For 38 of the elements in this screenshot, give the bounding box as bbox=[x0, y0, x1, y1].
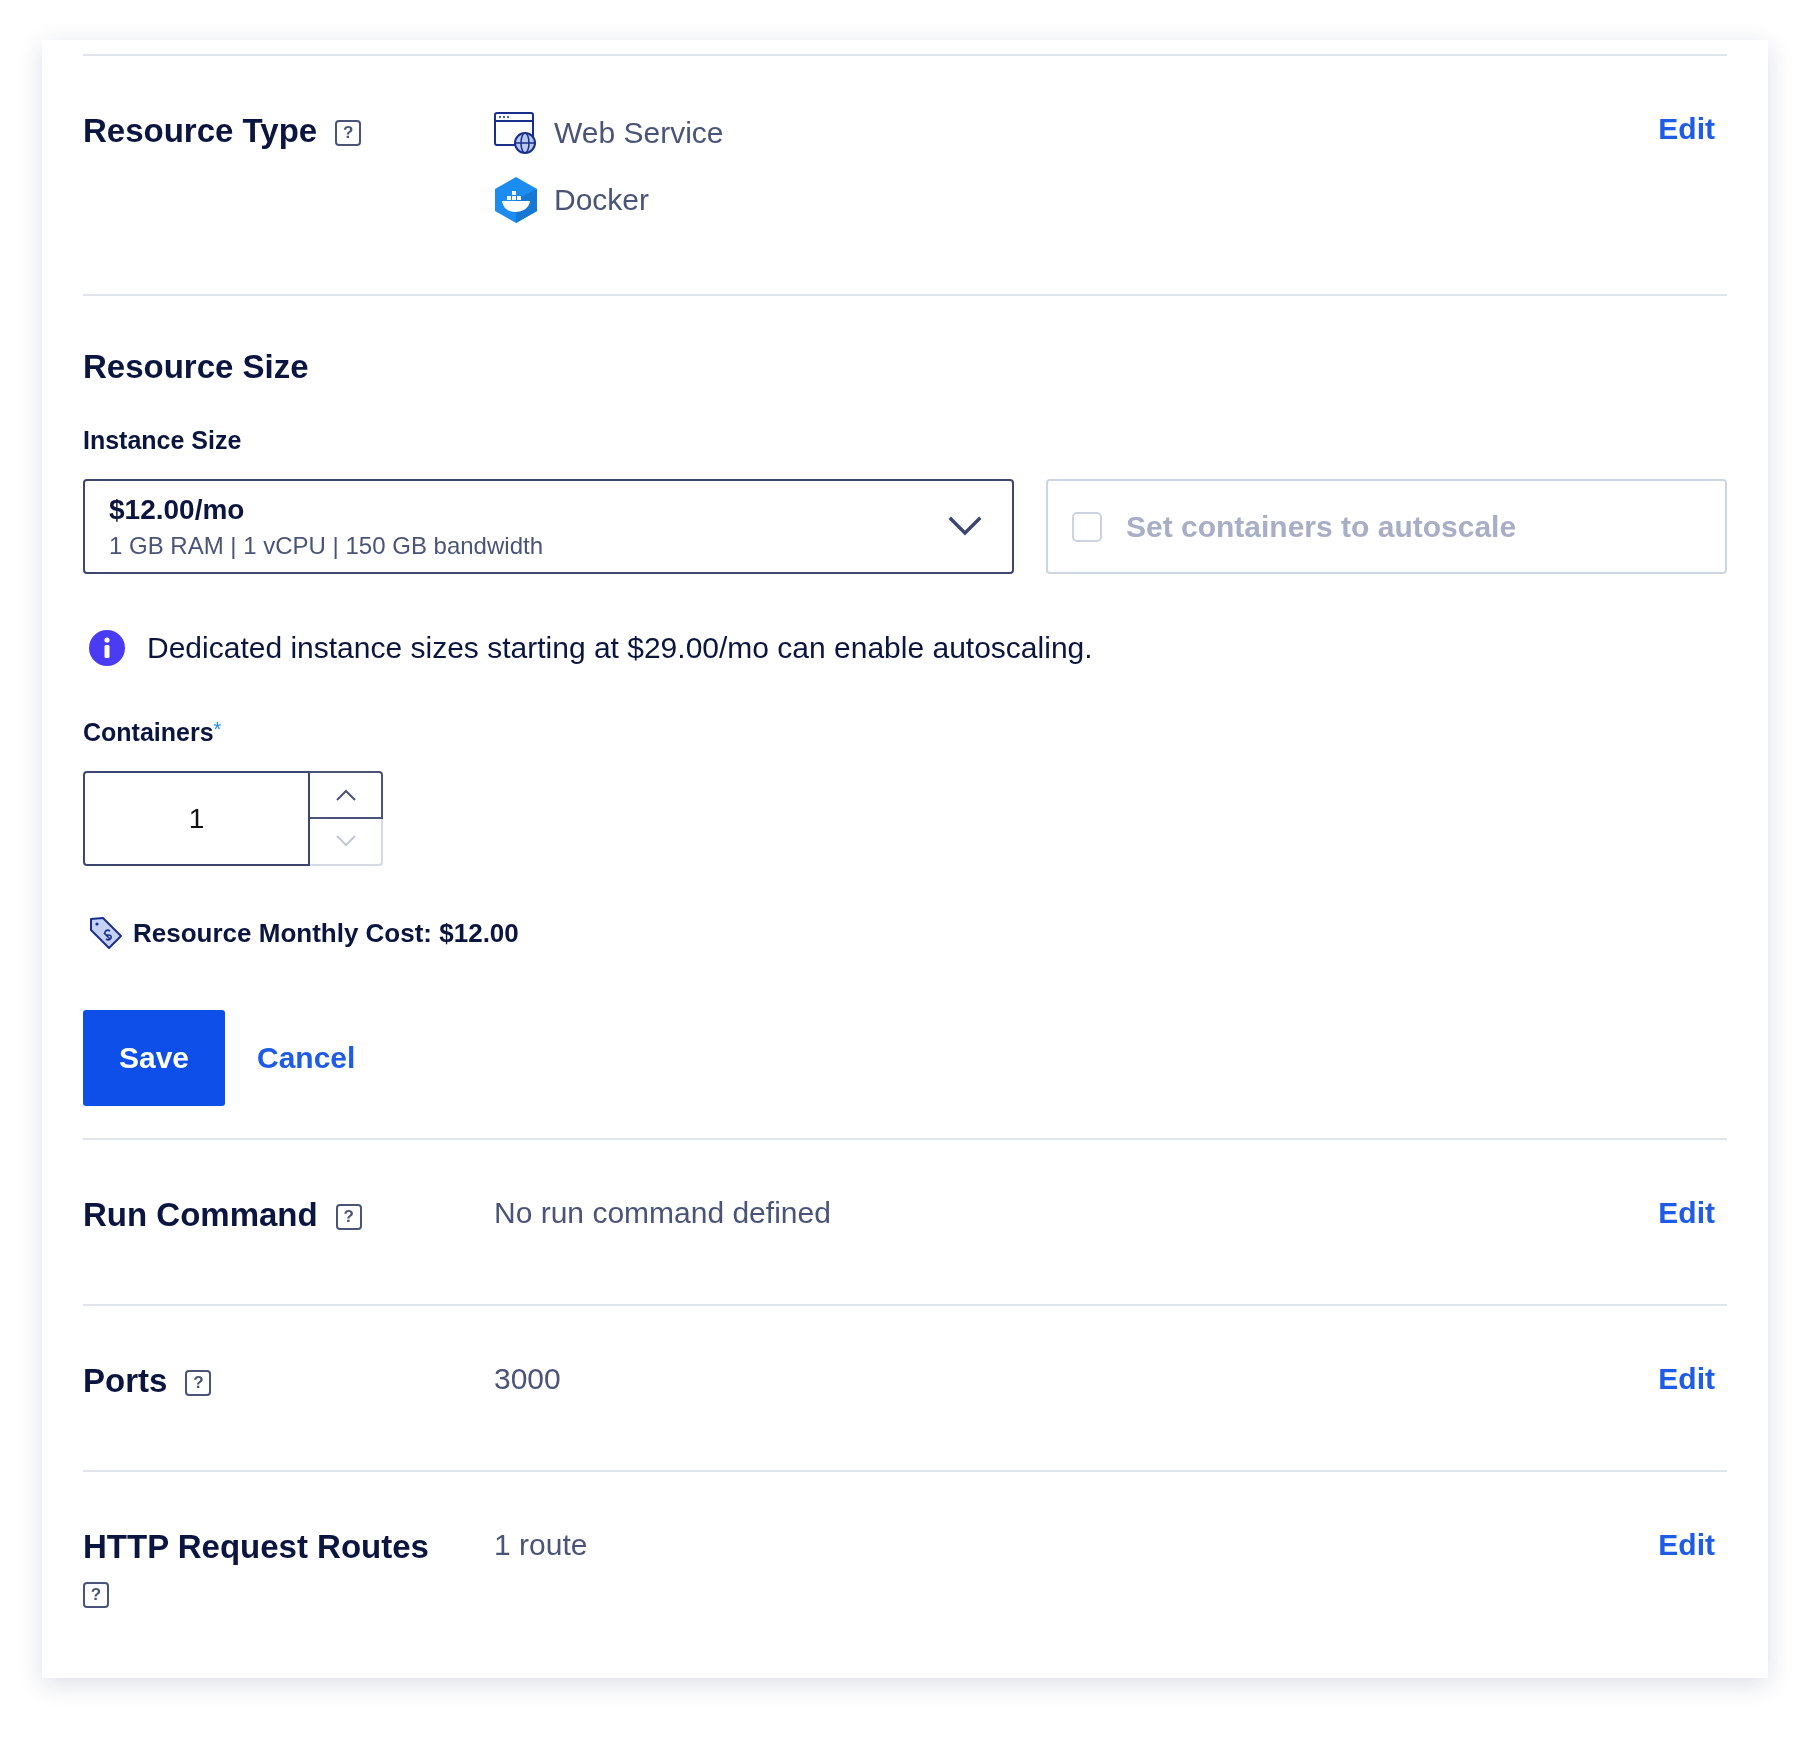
section-title: Resource Type bbox=[83, 112, 318, 150]
save-button[interactable]: Save bbox=[83, 1010, 225, 1106]
selected-price: $12.00/mo bbox=[109, 493, 246, 526]
section-title: HTTP Request Routes bbox=[83, 1528, 429, 1566]
selected-specs: 1 GB RAM | 1 vCPU | 150 GB bandwidth bbox=[109, 531, 544, 560]
info-message: Dedicated instance sizes starting at $29.00/mo can enable autoscaling. bbox=[147, 631, 1093, 665]
help-icon[interactable]: ? bbox=[185, 1370, 212, 1396]
edit-link[interactable]: Edit bbox=[1658, 1362, 1715, 1396]
edit-link[interactable]: Edit bbox=[1658, 1196, 1715, 1230]
section-title: Resource Size bbox=[83, 348, 310, 386]
increment-button[interactable] bbox=[310, 771, 383, 819]
autoscale-label: Set containers to autoscale bbox=[1126, 509, 1517, 544]
info-icon bbox=[89, 630, 125, 666]
resource-type-value: Docker bbox=[554, 183, 650, 217]
section-value: 1 route bbox=[494, 1528, 589, 1562]
browser-globe-icon bbox=[494, 112, 538, 154]
edit-link[interactable]: Edit bbox=[1658, 112, 1715, 146]
chevron-down-icon bbox=[335, 835, 356, 848]
edit-link[interactable]: Edit bbox=[1658, 1528, 1715, 1562]
price-tag-icon bbox=[89, 916, 123, 950]
help-icon[interactable]: ? bbox=[335, 120, 362, 146]
section-title: Ports bbox=[83, 1362, 168, 1400]
required-mark: * bbox=[213, 718, 222, 740]
field-label: Instance Size bbox=[83, 426, 242, 454]
instance-size-select[interactable]: $12.00/mo 1 GB RAM | 1 vCPU | 150 GB bandwidth bbox=[83, 479, 1014, 574]
monthly-cost: Resource Monthly Cost: $12.00 bbox=[133, 917, 519, 949]
containers-input[interactable]: 1 bbox=[83, 771, 310, 866]
cancel-link[interactable]: Cancel bbox=[257, 1041, 356, 1075]
field-label: Containers bbox=[83, 718, 214, 746]
whale-hexagon-icon bbox=[494, 176, 538, 224]
chevron-up-icon bbox=[335, 788, 356, 801]
chevron-down-icon bbox=[948, 516, 982, 537]
section-value: 3000 bbox=[494, 1362, 562, 1396]
resource-type-value: Web Service bbox=[554, 116, 724, 150]
section-title: Run Command bbox=[83, 1196, 318, 1234]
help-icon[interactable]: ? bbox=[335, 1204, 362, 1230]
help-icon[interactable]: ? bbox=[83, 1582, 109, 1608]
section-value: No run command defined bbox=[494, 1196, 832, 1230]
